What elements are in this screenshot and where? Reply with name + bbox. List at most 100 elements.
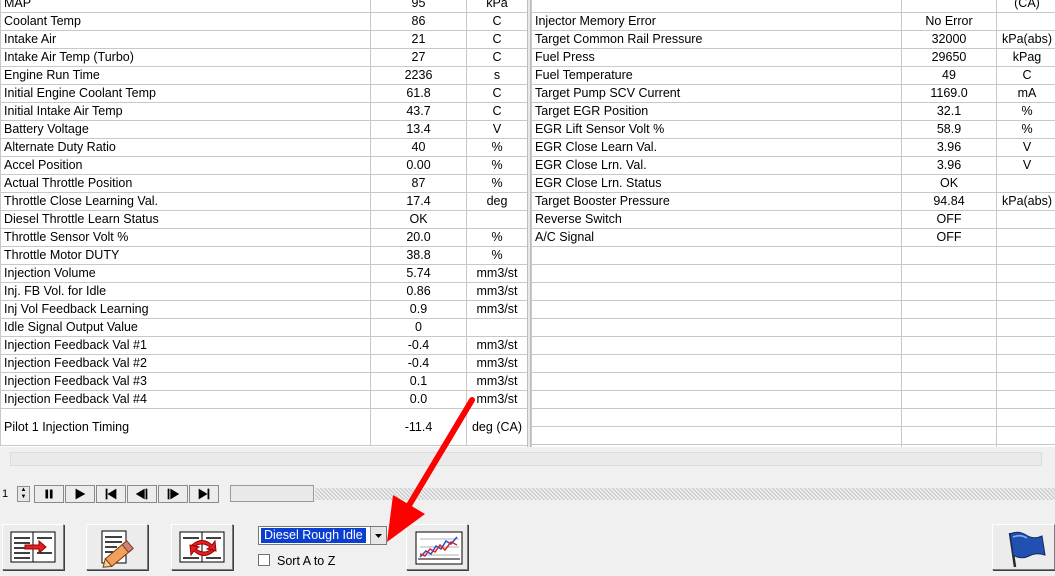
horizontal-scrollbar[interactable] <box>0 452 1055 466</box>
table-row[interactable]: Injection Volume 5.74 mm3/st <box>0 264 528 283</box>
table-row[interactable]: Diesel Throttle Learn Status OK <box>0 210 528 229</box>
empty-row <box>531 336 1055 355</box>
cell-name: Intake Air <box>0 30 371 49</box>
cell-value: 94.84 <box>901 192 997 211</box>
blue-flag-icon <box>1008 531 1046 568</box>
page-spinner[interactable]: ▲ ▼ <box>17 486 30 502</box>
pause-button[interactable] <box>34 485 64 503</box>
table-row[interactable]: Initial Intake Air Temp 43.7 C <box>0 102 528 121</box>
scrollbar-thumb[interactable] <box>10 452 1042 466</box>
table-row[interactable]: EGR Close Lrn. Val. 3.96 V <box>531 156 1055 175</box>
cell-value: 27 <box>370 48 467 67</box>
table-row[interactable]: Engine Run Time 2236 s <box>0 66 528 85</box>
cell-value: 1169.0 <box>901 84 997 103</box>
dropdown-button[interactable] <box>370 527 386 544</box>
cell-name: Inj. FB Vol. for Idle <box>0 282 371 301</box>
swap-list-button[interactable] <box>171 524 233 570</box>
table-row[interactable]: Injector Memory Error No Error <box>531 12 1055 31</box>
table-row[interactable]: Coolant Temp 86 C <box>0 12 528 31</box>
table-row[interactable]: Alternate Duty Ratio 40% <box>0 138 528 157</box>
cell-name: Initial Engine Coolant Temp <box>0 84 371 103</box>
cell-name: Injection Volume <box>0 264 371 283</box>
empty-cell <box>901 246 997 265</box>
last-frame-button[interactable] <box>189 485 219 503</box>
table-row[interactable]: Injection Feedback Val #2 -0.4 mm3/st <box>0 354 528 373</box>
cell-unit: C <box>466 30 528 49</box>
table-row[interactable]: Fuel Temperature 49 C <box>531 66 1055 85</box>
cell-value: 0.9 <box>370 300 467 319</box>
table-row[interactable]: Injection Feedback Val #3 0.1 mm3/st <box>0 372 528 391</box>
cell-name: Actual Throttle Position <box>0 174 371 193</box>
table-row[interactable]: Pilot 1 Injection Timing -11.4 deg (CA) <box>0 408 528 446</box>
table-row[interactable]: Target Common Rail Pressure 32000 kPa(abs) <box>531 30 1055 49</box>
first-frame-button[interactable] <box>96 485 126 503</box>
table-row[interactable]: Actual Throttle Position 87% <box>0 174 528 193</box>
cell-value: 87 <box>370 174 467 193</box>
empty-cell <box>531 372 902 391</box>
table-row[interactable]: Injection Feedback Val #1 -0.4 mm3/st <box>0 336 528 355</box>
table-row[interactable]: Target EGR Position 32.1% <box>531 102 1055 121</box>
cell-name: Injection Feedback Val #1 <box>0 336 371 355</box>
cell-value: 3.96 <box>901 156 997 175</box>
table-row[interactable]: Fuel Press 29650 kPag <box>531 48 1055 67</box>
cell-value: OFF <box>901 210 997 229</box>
table-row[interactable]: Accel Position 0.00% <box>0 156 528 175</box>
selected-list-value: Diesel Rough Idle <box>261 528 366 543</box>
step-back-button[interactable] <box>127 485 157 503</box>
table-row[interactable]: EGR Close Lrn. Status OK <box>531 174 1055 193</box>
table-row[interactable]: Target Pump SCV Current 1169.0 mA <box>531 84 1055 103</box>
table-row[interactable]: Intake Air Temp (Turbo) 27 C <box>0 48 528 67</box>
spin-up-icon[interactable]: ▲ <box>18 487 29 494</box>
graph-button[interactable] <box>406 524 468 570</box>
table-row[interactable]: Battery Voltage 13.4 V <box>0 120 528 139</box>
play-button[interactable] <box>65 485 95 503</box>
table-row[interactable]: Throttle Sensor Volt % 20.0% <box>0 228 528 247</box>
table-row[interactable]: MAP 95 kPa <box>0 0 528 13</box>
empty-cell <box>901 264 997 283</box>
cell-value: 58.9 <box>901 120 997 139</box>
data-list-button[interactable] <box>2 524 64 570</box>
empty-row <box>531 300 1055 319</box>
play-icon <box>75 488 86 500</box>
cell-name: Accel Position <box>0 156 371 175</box>
empty-cell <box>531 390 902 409</box>
empty-cell <box>996 246 1055 265</box>
table-row[interactable]: Inj. FB Vol. for Idle 0.86 mm3/st <box>0 282 528 301</box>
spin-down-icon[interactable]: ▼ <box>18 494 29 501</box>
table-row[interactable]: (CA) <box>531 0 1055 13</box>
table-row[interactable]: A/C Signal OFF <box>531 228 1055 247</box>
table-row[interactable]: Throttle Motor DUTY 38.8% <box>0 246 528 265</box>
edit-list-button[interactable] <box>86 524 148 570</box>
finish-button[interactable] <box>992 524 1055 570</box>
table-row[interactable]: Idle Signal Output Value 0 <box>0 318 528 337</box>
empty-cell <box>901 354 997 373</box>
table-row[interactable]: Throttle Close Learning Val. 17.4 deg <box>0 192 528 211</box>
cell-name: Injection Feedback Val #4 <box>0 390 371 409</box>
table-row[interactable]: Inj Vol Feedback Learning 0.9 mm3/st <box>0 300 528 319</box>
playback-slider[interactable] <box>230 485 314 502</box>
cell-unit: s <box>466 66 528 85</box>
cell-name: Target Pump SCV Current <box>531 84 902 103</box>
table-row[interactable]: Injection Feedback Val #4 0.0 mm3/st <box>0 390 528 409</box>
empty-cell <box>531 408 902 427</box>
table-row[interactable]: Reverse Switch OFF <box>531 210 1055 229</box>
empty-cell <box>996 408 1055 427</box>
cell-value: 32.1 <box>901 102 997 121</box>
cell-name: Injection Feedback Val #2 <box>0 354 371 373</box>
table-row[interactable]: Target Booster Pressure 94.84 kPa(abs) <box>531 192 1055 211</box>
step-forward-button[interactable] <box>158 485 188 503</box>
empty-cell <box>996 354 1055 373</box>
checkbox-box[interactable] <box>258 554 270 566</box>
data-list-selector[interactable]: Diesel Rough Idle <box>258 526 387 545</box>
cell-unit: kPa(abs) <box>996 30 1055 49</box>
cell-value: 0 <box>370 318 467 337</box>
cell-unit: C <box>466 48 528 67</box>
sort-label: Sort A to Z <box>277 554 336 568</box>
table-row[interactable]: Initial Engine Coolant Temp 61.8 C <box>0 84 528 103</box>
table-row[interactable]: EGR Lift Sensor Volt % 58.9% <box>531 120 1055 139</box>
table-row[interactable]: EGR Close Learn Val. 3.96 V <box>531 138 1055 157</box>
sort-a-z-checkbox[interactable]: Sort A to Z <box>258 554 335 568</box>
table-row[interactable]: Intake Air 21 C <box>0 30 528 49</box>
cell-value: 95 <box>370 0 467 13</box>
cell-value: -0.4 <box>370 336 467 355</box>
